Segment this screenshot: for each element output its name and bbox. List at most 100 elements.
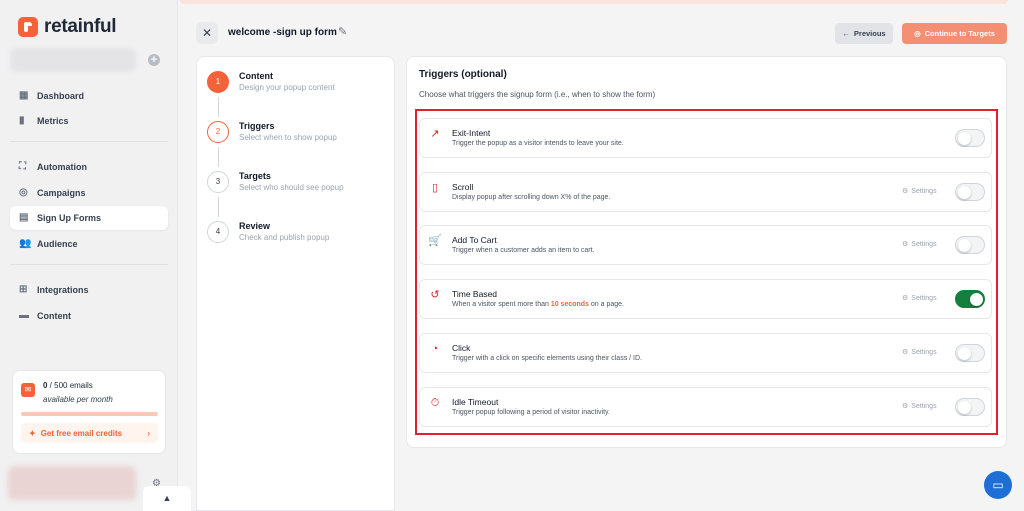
sidebar-item-label: Dashboard <box>37 91 85 101</box>
toggle-knob <box>958 185 971 199</box>
chevron-up-icon: ▲ <box>162 493 172 503</box>
trigger-name: Time Based <box>452 289 498 299</box>
sidebar-item-content[interactable]: ▬ Content <box>10 304 168 328</box>
gear-icon: ⚙ <box>902 188 909 195</box>
sidebar-item-campaigns[interactable]: ◎ Campaigns <box>10 181 168 205</box>
step-title: Triggers <box>239 121 275 131</box>
step-title: Content <box>239 71 273 81</box>
email-usage-bar <box>21 412 158 416</box>
triggers-subtitle: Choose what triggers the signup form (i.… <box>419 90 656 99</box>
settings-label: Settings <box>911 240 937 248</box>
settings-button[interactable]: ⚙ Settings <box>902 402 937 411</box>
step-connector <box>218 97 219 117</box>
close-button[interactable]: ✕ <box>196 22 218 44</box>
trigger-idle-timeout: ⏱ Idle Timeout Trigger popup following a p… <box>419 387 992 427</box>
divider <box>10 141 168 142</box>
cart-icon: 🛒 <box>428 235 442 247</box>
step-subtitle: Check and publish popup <box>239 233 330 242</box>
sidebar-item-dashboard[interactable]: ▦ Dashboard <box>10 84 168 108</box>
trigger-description: Trigger the popup as a visitor intends t… <box>452 140 624 147</box>
account-switcher[interactable] <box>10 48 136 72</box>
step-number: 4 <box>207 221 229 243</box>
trigger-name: Click <box>452 343 471 353</box>
step-number: 3 <box>207 171 229 193</box>
integrations-icon: ⊞ <box>19 284 28 295</box>
user-profile[interactable] <box>8 466 136 500</box>
trigger-description-text: on a page. <box>588 301 624 308</box>
exit-intent-icon: ↗ <box>430 128 440 140</box>
trigger-toggle[interactable] <box>955 183 985 201</box>
sidebar-item-sign-up-forms[interactable]: ▤ Sign Up Forms <box>10 206 168 230</box>
toggle-knob <box>958 238 971 252</box>
stopwatch-icon: ⏱ <box>430 397 440 409</box>
sidebar-item-label: Integrations <box>37 285 89 295</box>
gear-icon: ⚙ <box>902 403 909 410</box>
chat-support-button[interactable]: ▭ <box>984 471 1012 499</box>
trigger-toggle[interactable] <box>955 290 985 308</box>
trigger-description-text: When a visitor spent more than <box>452 301 551 308</box>
arrow-left-icon: ← <box>842 29 850 38</box>
step-number: 2 <box>207 121 229 143</box>
logo-text: retainful <box>44 16 117 37</box>
sidebar-item-metrics[interactable]: ▮ Metrics <box>10 109 168 133</box>
trigger-toggle[interactable] <box>955 236 985 254</box>
trigger-toggle[interactable] <box>955 129 985 147</box>
logo[interactable]: retainful <box>18 16 117 38</box>
trigger-toggle[interactable] <box>955 398 985 416</box>
email-availability: available per month <box>43 395 113 404</box>
sidebar-item-audience[interactable]: 👥 Audience <box>10 232 168 256</box>
continue-label: Continue to Targets <box>924 29 995 38</box>
campaigns-icon: ◎ <box>19 187 28 198</box>
audience-icon: 👥 <box>19 238 32 249</box>
trigger-toggle[interactable] <box>955 344 985 362</box>
click-icon: ◔ <box>431 343 439 355</box>
collapse-toggle-button[interactable]: ▲ <box>143 486 191 511</box>
notice-strip <box>180 0 1008 4</box>
settings-button[interactable]: ⚙ Settings <box>902 348 937 357</box>
step-connector <box>218 197 219 217</box>
previous-label: Previous <box>853 29 886 38</box>
get-email-credits-button[interactable]: ✦ Get free email credits › <box>21 423 158 443</box>
trigger-description: When a visitor spent more than 10 second… <box>452 301 624 308</box>
step-connector <box>218 147 219 167</box>
toggle-knob <box>958 400 971 414</box>
settings-button[interactable]: ⚙ Settings <box>902 187 937 196</box>
settings-button[interactable]: ⚙ Settings <box>902 294 937 303</box>
sidebar-item-integrations[interactable]: ⊞ Integrations <box>10 278 168 302</box>
mail-icon: ✉ <box>21 383 35 397</box>
automation-icon: ⛶ <box>19 161 26 172</box>
trigger-time-value[interactable]: 10 seconds <box>551 301 589 308</box>
settings-label: Settings <box>911 402 937 410</box>
mouse-scroll-icon: ▯ <box>431 182 439 194</box>
sidebar-item-label: Sign Up Forms <box>37 213 102 223</box>
page-title: welcome -sign up form <box>228 27 337 38</box>
email-count: 0 / 500 emails <box>43 381 93 390</box>
previous-button[interactable]: ← Previous <box>835 23 893 44</box>
trigger-description: Trigger popup following a period of visi… <box>452 409 610 416</box>
step-title: Review <box>239 221 271 231</box>
signup-forms-icon: ▤ <box>19 212 29 223</box>
sidebar-item-label: Campaigns <box>37 188 86 198</box>
clock-history-icon: ↺ <box>430 289 440 301</box>
add-account-icon[interactable]: + <box>148 54 160 66</box>
sidebar-item-label: Metrics <box>37 116 69 126</box>
gear-icon: ⚙ <box>902 241 909 248</box>
trigger-time-based: ↺ Time Based When a visitor spent more tha… <box>419 279 992 319</box>
trigger-add-to-cart: 🛒 Add To Cart Trigger when a customer adds… <box>419 225 992 265</box>
content-icon: ▬ <box>19 310 29 321</box>
edit-icon[interactable]: ✎ <box>338 25 347 38</box>
sidebar-item-automation[interactable]: ⛶ Automation <box>10 155 168 179</box>
get-email-credits-label: Get free email credits <box>40 428 123 438</box>
gear-icon: ⚙ <box>902 295 909 302</box>
sidebar: retainful + ▦ Dashboard ▮ Metrics ⛶ Automatio… <box>0 0 178 511</box>
trigger-name: Scroll <box>452 182 474 192</box>
chevron-right-icon: › <box>147 428 150 438</box>
continue-to-targets-button[interactable]: ◎ Continue to Targets <box>902 23 1007 44</box>
toggle-knob <box>958 131 971 145</box>
toggle-knob <box>958 346 971 360</box>
steps-panel: 1 Content Design your popup content 2 Trigge… <box>196 56 395 511</box>
toggle-knob <box>970 292 983 306</box>
sidebar-item-label: Content <box>37 311 71 321</box>
settings-button[interactable]: ⚙ Settings <box>902 240 937 249</box>
trigger-name: Add To Cart <box>452 235 497 245</box>
